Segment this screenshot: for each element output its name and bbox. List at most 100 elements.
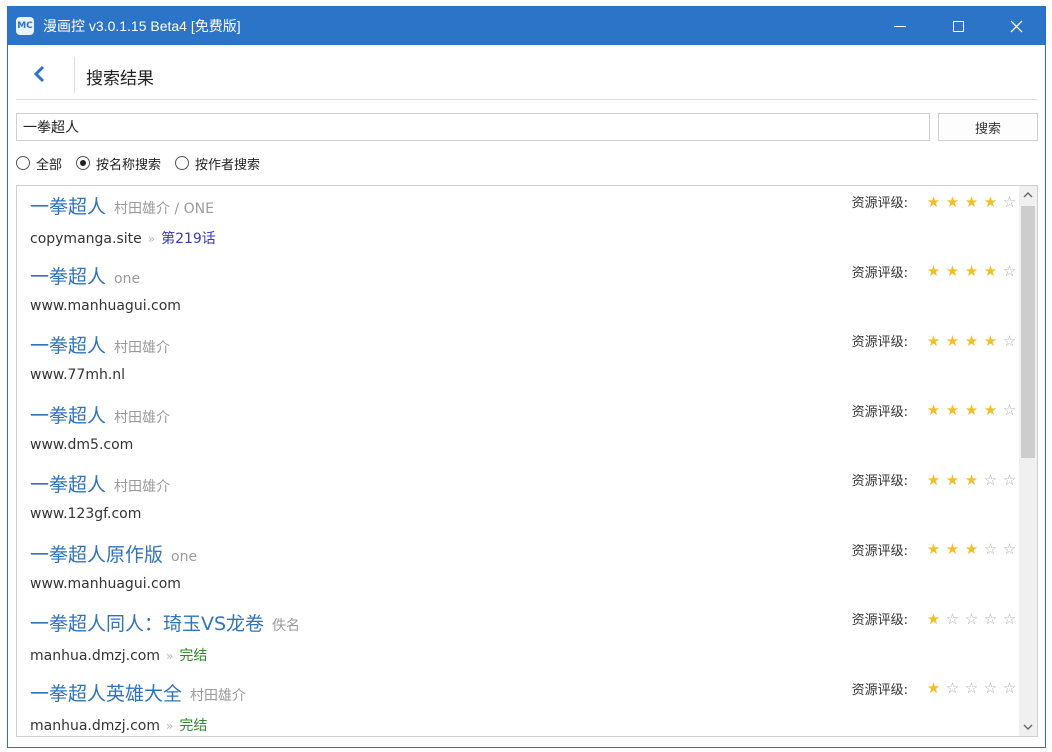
- result-title-line[interactable]: 一拳超人 one: [30, 262, 140, 289]
- result-item[interactable]: 一拳超人英雄大全 村田雄介 manhua.dmzj.com» 完结 资源评级: ★ ☆ ☆ ☆ ☆: [17, 673, 1019, 737]
- star-icon: ★: [926, 192, 941, 211]
- result-title[interactable]: 一拳超人: [30, 266, 106, 288]
- filter-label: 全部: [36, 157, 63, 173]
- result-author: one: [171, 548, 198, 565]
- result-title-line[interactable]: 一拳超人 村田雄介: [30, 331, 170, 358]
- rating-stars: ★ ☆ ☆ ☆ ☆: [924, 610, 1019, 628]
- filter-radio-0[interactable]: 全部: [16, 154, 62, 173]
- rating-stars: ★ ☆ ☆ ☆ ☆: [924, 679, 1019, 697]
- star-icon: ☆: [1002, 470, 1017, 489]
- scroll-up-button[interactable]: [1019, 186, 1037, 204]
- result-item[interactable]: 一拳超人 one www.manhuagui.com 资源评级: ★ ★ ★ ★ ☆: [17, 256, 1019, 326]
- scrollbar-thumb[interactable]: [1021, 206, 1035, 458]
- result-title[interactable]: 一拳超人原作版: [30, 544, 163, 566]
- star-icon: ★: [964, 192, 979, 211]
- search-input[interactable]: [16, 113, 930, 141]
- minimize-icon: [894, 25, 906, 27]
- filter-label: 按名称搜索: [96, 157, 162, 173]
- star-icon: ☆: [964, 609, 979, 628]
- radio-button-icon[interactable]: [175, 156, 190, 170]
- star-icon: ★: [964, 540, 979, 558]
- star-icon: ☆: [1002, 609, 1017, 628]
- search-button[interactable]: 搜索: [938, 113, 1038, 141]
- resource-rating: 资源评级: ★ ★ ★ ★ ☆: [852, 192, 1019, 212]
- result-source-line: www.manhuagui.com: [30, 298, 181, 314]
- result-title[interactable]: 一拳超人: [30, 474, 106, 496]
- radio-button-icon[interactable]: [76, 156, 91, 170]
- result-author: 村田雄介: [114, 409, 171, 426]
- result-source-line: www.manhuagui.com: [30, 576, 181, 592]
- result-title-line[interactable]: 一拳超人 村田雄介 / ONE: [30, 192, 214, 219]
- maximize-button[interactable]: [929, 7, 987, 45]
- rating-stars: ★ ★ ★ ★ ☆: [924, 401, 1019, 419]
- rating-label: 资源评级:: [851, 613, 908, 628]
- star-icon: ★: [926, 401, 941, 419]
- result-author: 村田雄介: [190, 687, 247, 704]
- double-chevron-icon: »: [165, 718, 174, 733]
- star-icon: ★: [964, 401, 979, 419]
- result-source-line: manhua.dmzj.com » 完结: [30, 715, 207, 735]
- rating-stars: ★ ★ ★ ★ ☆: [924, 262, 1019, 280]
- star-icon: ★: [964, 262, 979, 280]
- star-icon: ☆: [1002, 540, 1017, 558]
- result-item[interactable]: 一拳超人 村田雄介 www.123gf.com 资源评级: ★ ★ ★ ☆ ☆: [17, 464, 1019, 534]
- result-site: manhua.dmzj.com: [30, 648, 160, 664]
- result-chapter: 第219话: [161, 231, 216, 247]
- star-icon: ★: [945, 331, 960, 350]
- star-icon: ☆: [1002, 331, 1017, 350]
- result-title[interactable]: 一拳超人: [30, 405, 106, 427]
- result-source-line: copymanga.site » 第219话: [30, 228, 216, 248]
- filter-radio-1[interactable]: 按名称搜索: [76, 154, 161, 173]
- result-title-line[interactable]: 一拳超人原作版 one: [30, 540, 197, 567]
- double-chevron-icon: »: [147, 232, 156, 246]
- result-site: www.77mh.nl: [30, 367, 126, 383]
- title-bar[interactable]: MC 漫画控 v3.0.1.15 Beta4 [免费版]: [8, 7, 1045, 45]
- result-author: 村田雄介 / ONE: [114, 201, 214, 217]
- rating-stars: ★ ★ ★ ★ ☆: [924, 332, 1019, 350]
- result-author: 村田雄介: [114, 479, 171, 495]
- result-item[interactable]: 一拳超人 村田雄介 www.77mh.nl 资源评级: ★ ★ ★ ★ ☆: [17, 325, 1019, 395]
- star-icon: ★: [926, 470, 941, 489]
- star-icon: ☆: [983, 540, 998, 558]
- close-button[interactable]: [987, 7, 1045, 45]
- result-site: www.manhuagui.com: [30, 575, 181, 592]
- resource-rating: 资源评级: ★ ★ ★ ★ ☆: [852, 262, 1019, 281]
- result-source-line: www.dm5.com: [30, 437, 133, 453]
- result-title-line[interactable]: 一拳超人 村田雄介: [30, 401, 170, 428]
- vertical-scrollbar[interactable]: [1019, 186, 1037, 736]
- results-list[interactable]: 一拳超人 村田雄介 / ONE copymanga.site» 第219话 资源评级: ★…: [16, 185, 1038, 737]
- result-title[interactable]: 一拳超人同人：琦玉VS龙卷: [30, 613, 264, 635]
- resource-rating: 资源评级: ★ ★ ★ ★ ☆: [852, 401, 1019, 420]
- window-controls: [871, 7, 1045, 45]
- result-source-line: manhua.dmzj.com » 完结: [30, 645, 207, 665]
- result-title-line[interactable]: 一拳超人英雄大全 村田雄介: [30, 679, 246, 706]
- star-icon: ★: [964, 331, 979, 350]
- result-item[interactable]: 一拳超人同人：琦玉VS龙卷 佚名 manhua.dmzj.com» 完结 资源评级: ★ ☆…: [17, 603, 1019, 673]
- filter-radio-2[interactable]: 按作者搜索: [175, 154, 260, 173]
- star-icon: ★: [964, 470, 979, 489]
- result-title-line[interactable]: 一拳超人 村田雄介: [30, 470, 170, 497]
- result-chapter: 完结: [179, 717, 208, 734]
- maximize-icon: [952, 20, 964, 32]
- result-item[interactable]: 一拳超人原作版 one www.manhuagui.com 资源评级: ★ ★ ★ ☆ ☆: [17, 534, 1019, 604]
- result-title[interactable]: 一拳超人英雄大全: [30, 683, 182, 705]
- result-author: 村田雄介: [114, 340, 171, 356]
- result-site: www.manhuagui.com: [30, 297, 181, 314]
- result-title[interactable]: 一拳超人: [30, 196, 106, 218]
- minimize-button[interactable]: [871, 7, 929, 45]
- rating-label: 资源评级:: [851, 474, 908, 489]
- result-item[interactable]: 一拳超人 村田雄介 / ONE copymanga.site » 第219话 资源评级: ★…: [17, 186, 1019, 256]
- page-title: 搜索结果: [86, 69, 154, 89]
- radio-button-icon[interactable]: [16, 156, 30, 170]
- result-item[interactable]: 一拳超人 村田雄介 www.dm5.com 资源评级: ★ ★ ★ ★ ☆: [17, 395, 1019, 465]
- rating-label: 资源评级:: [851, 682, 908, 698]
- app-logo-icon: MC: [16, 17, 34, 35]
- scroll-down-button[interactable]: [1019, 718, 1037, 736]
- star-icon: ☆: [983, 609, 998, 628]
- resource-rating: 资源评级: ★ ☆ ☆ ☆ ☆: [851, 609, 1019, 629]
- result-title-line[interactable]: 一拳超人同人：琦玉VS龙卷 佚名: [30, 609, 300, 636]
- star-icon: ★: [926, 540, 941, 558]
- star-icon: ★: [926, 331, 941, 350]
- result-title[interactable]: 一拳超人: [30, 335, 106, 357]
- back-button[interactable]: [22, 57, 56, 91]
